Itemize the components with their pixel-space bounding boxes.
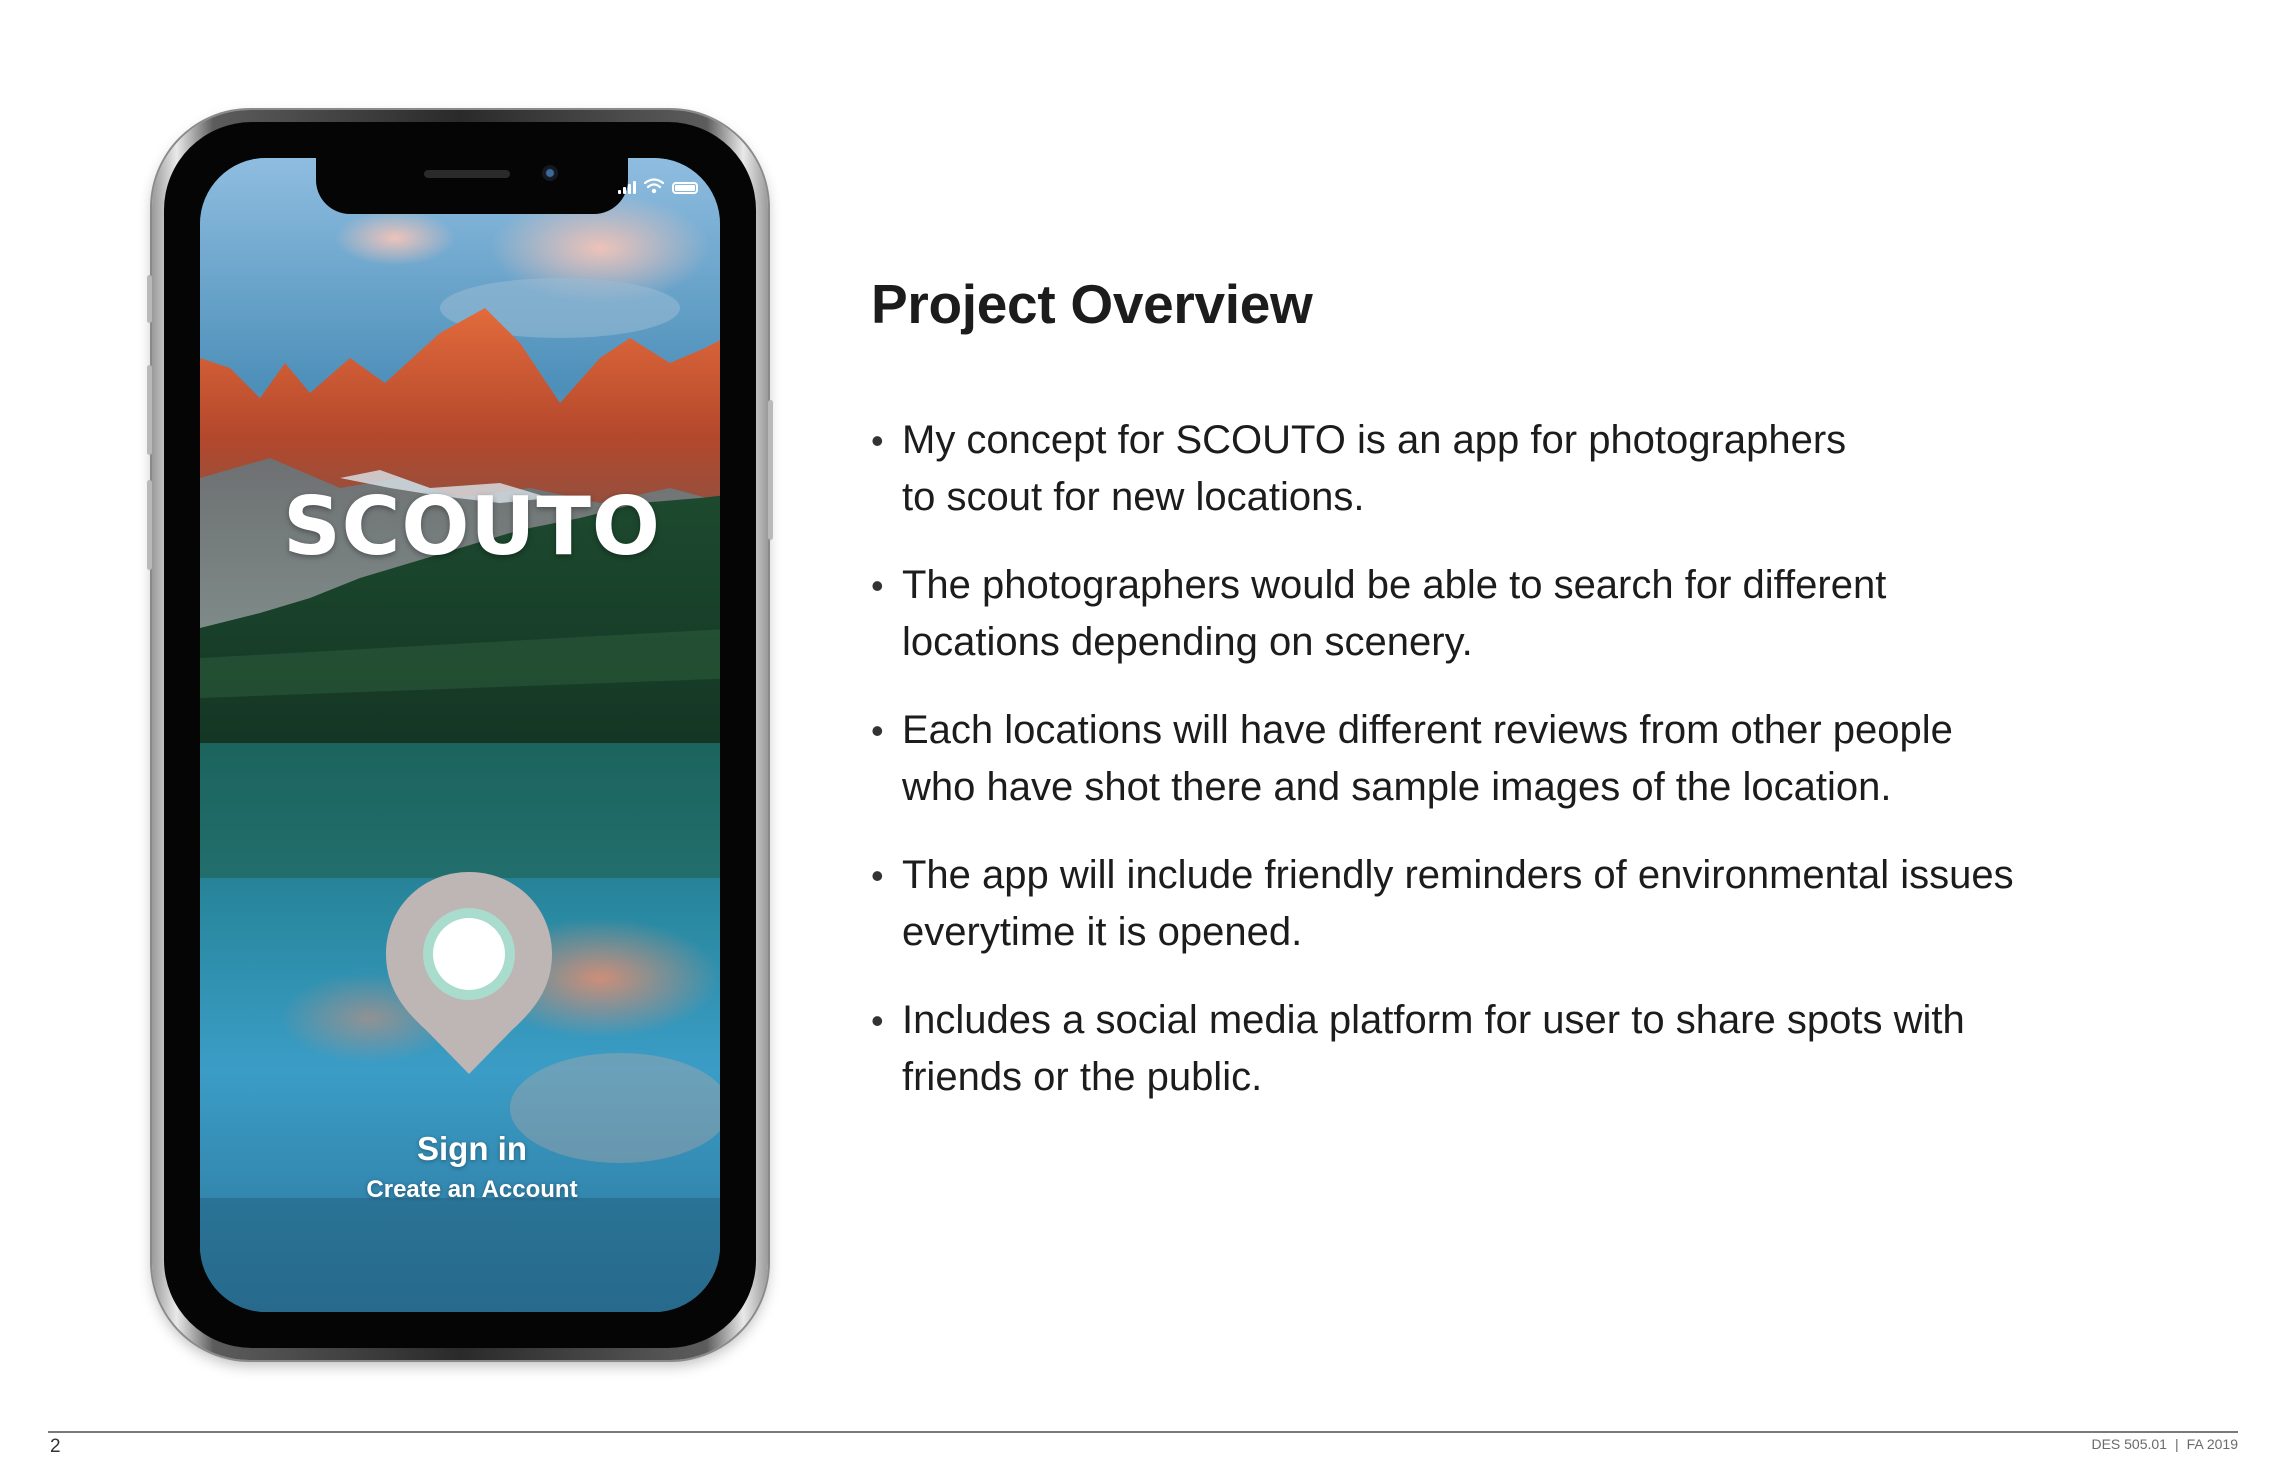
earpiece-speaker (424, 170, 510, 178)
app-logo: SCOUTO (283, 480, 661, 573)
screen-notch (316, 158, 628, 214)
bullet-item: • Each locations will have different rev… (871, 702, 2171, 816)
bullet-text-line: who have shot there and sample images of… (902, 765, 1892, 809)
bullet-text-line: friends or the public. (902, 1055, 1263, 1099)
bullet-item: • My concept for SCOUTO is an app for ph… (871, 412, 2171, 526)
location-pin-icon[interactable] (384, 870, 554, 1076)
phone-mockup: SCOUTO Sign in Create an Account (147, 110, 773, 1360)
page-number: 2 (50, 1436, 61, 1457)
overview-bullet-list: • My concept for SCOUTO is an app for ph… (871, 412, 2171, 1137)
bullet-point: • (871, 710, 884, 751)
phone-bezel: SCOUTO Sign in Create an Account (164, 122, 756, 1348)
bullet-text-line: locations depending on scenery. (902, 620, 1473, 664)
volume-down-button (147, 480, 152, 570)
bullet-text-line: everytime it is opened. (902, 910, 1303, 954)
bullet-item: • Includes a social media platform for u… (871, 992, 2171, 1106)
bullet-item: • The photographers would be able to sea… (871, 557, 2171, 671)
bullet-text-line: Includes a social media platform for use… (902, 998, 1965, 1042)
volume-up-button (147, 365, 152, 455)
bullet-text-line: The app will include friendly reminders … (902, 853, 2014, 897)
footer-separator: | (2174, 1436, 2179, 1452)
battery-icon (672, 182, 698, 194)
bullet-point: • (871, 565, 884, 606)
status-bar (618, 178, 698, 194)
term-label: FA 2019 (2186, 1436, 2238, 1452)
signal-icon (618, 180, 636, 194)
bullet-item: • The app will include friendly reminder… (871, 847, 2171, 961)
silent-switch (147, 275, 152, 323)
bullet-point: • (871, 855, 884, 896)
app-screen: SCOUTO Sign in Create an Account (200, 158, 720, 1312)
footer-divider (48, 1431, 2238, 1433)
bullet-point: • (871, 420, 884, 461)
front-camera (542, 165, 558, 181)
course-meta: DES 505.01 | FA 2019 (2091, 1436, 2238, 1452)
wifi-icon (644, 178, 664, 194)
bullet-text-line: The photographers would be able to searc… (902, 563, 1887, 607)
bullet-text-line: Each locations will have different revie… (902, 708, 1953, 752)
bullet-point: • (871, 1000, 884, 1041)
course-code: DES 505.01 (2091, 1436, 2167, 1452)
slide-title: Project Overview (871, 273, 1313, 335)
power-button (768, 400, 773, 540)
create-account-link[interactable]: Create an Account (200, 1176, 720, 1204)
sign-in-button[interactable]: Sign in (200, 1130, 720, 1168)
bullet-text-line: My concept for SCOUTO is an app for phot… (902, 418, 1847, 462)
bullet-text-line: to scout for new locations. (902, 475, 1365, 519)
